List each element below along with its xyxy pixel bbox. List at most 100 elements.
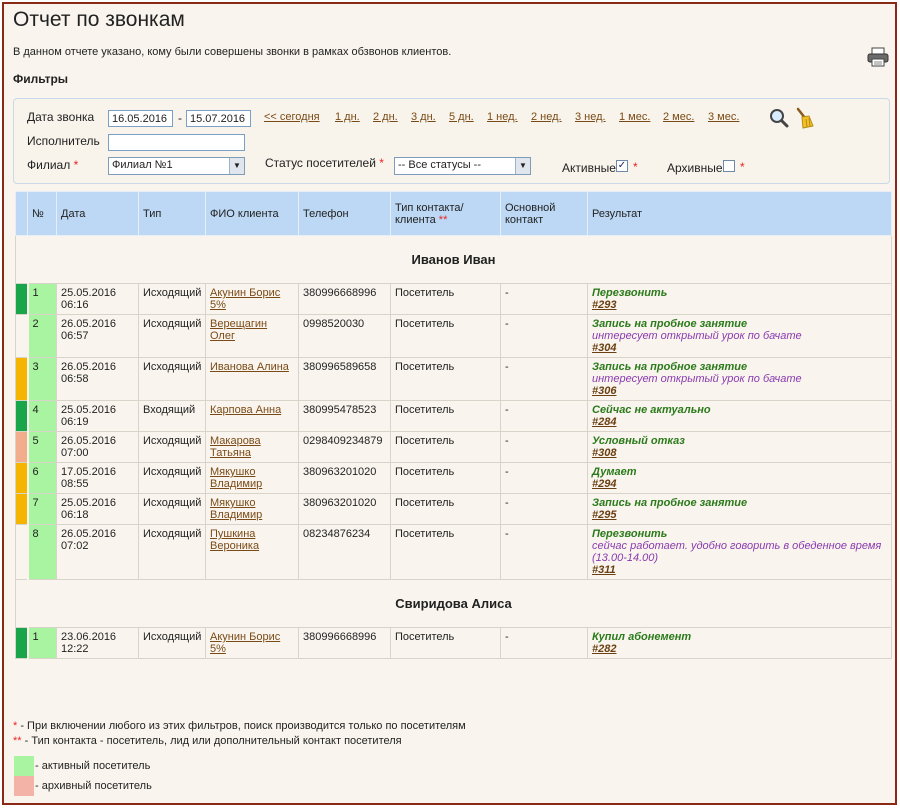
client-link[interactable]: Акунин Борис 5% [210,631,280,655]
quick-link-2d[interactable]: 2 дн. [373,111,398,123]
client-cell: Карпова Анна [205,400,299,432]
row-number: 5 [27,431,57,463]
executor-label: Исполнитель [27,134,100,148]
contact-type: Посетитель [390,314,501,358]
call-type: Исходящий [138,357,206,401]
call-type: Исходящий [138,283,206,315]
legend-active-label: - активный посетитель [35,760,151,772]
date-label: Дата звонка [27,110,95,124]
quick-link-3m[interactable]: 3 мес. [708,111,739,123]
call-date: 26.05.2016 [61,435,117,447]
call-date: 23.06.2016 [61,631,117,643]
call-type: Исходящий [138,627,206,659]
quick-link-1w[interactable]: 1 нед. [487,111,518,123]
active-checkbox[interactable]: ✓ [616,160,628,172]
branch-label-text: Филиал [27,158,71,172]
quick-link-1d[interactable]: 1 дн. [335,111,360,123]
client-phone: 380963201020 [298,493,391,525]
client-phone: 380996668996 [298,283,391,315]
group-executor-name: Иванов Иван [15,235,892,284]
client-phone: 380996589658 [298,357,391,401]
filters-title: Фильтры [13,72,69,86]
archive-checkbox[interactable] [723,160,735,172]
report-frame: Отчет по звонкам В данном отчете указано… [2,2,897,805]
branch-select[interactable]: Филиал №1 ▼ [108,157,245,175]
call-link[interactable]: #311 [592,564,887,576]
client-cell: Пушкина Вероника [205,524,299,580]
main-contact: - [500,493,588,525]
client-link[interactable]: Мякушко Владимир [210,497,262,521]
result-cell: Купил абонемент #282 [587,627,892,659]
client-link[interactable]: Карпова Анна [210,404,281,416]
status-select[interactable]: -- Все статусы -- ▼ [394,157,531,175]
status-indicator [15,524,29,580]
call-link[interactable]: #304 [592,342,887,354]
status-indicator [15,462,29,494]
branch-label: Филиал * [27,158,78,172]
call-date: 17.05.2016 [61,466,117,478]
result-cell: Условный отказ #308 [587,431,892,463]
table-row: 1 25.05.2016 06:16 Исходящий Акунин Борис 5%… [15,283,892,315]
main-contact: - [500,314,588,358]
result-text: Запись на пробное занятие [592,497,748,509]
date-from-input[interactable] [108,110,173,127]
header-phone: Телефон [298,191,391,236]
result-text: Запись на пробное занятие [592,361,748,373]
client-phone: 380963201020 [298,462,391,494]
filters-panel: Дата звонка - << сегодня 1 дн. 2 дн. 3 д… [13,98,890,184]
client-link[interactable]: Иванова Алина [210,361,289,373]
status-indicator [15,357,29,401]
client-link[interactable]: Макарова Татьяна [210,435,261,459]
call-link[interactable]: #295 [592,509,887,521]
table-row: 4 25.05.2016 06:19 Входящий Карпова Анна 3809… [15,400,892,432]
legend-archive-label: - архивный посетитель [35,780,152,792]
client-link[interactable]: Верещагин Олег [210,318,267,342]
quick-link-2m[interactable]: 2 мес. [663,111,694,123]
call-datetime: 25.05.2016 06:16 [56,283,139,315]
contact-type: Посетитель [390,357,501,401]
group-row: Свиридова Алиса [15,579,892,628]
quick-link-5d[interactable]: 5 дн. [449,111,474,123]
client-link[interactable]: Мякушко Владимир [210,466,262,490]
call-link[interactable]: #282 [592,643,887,655]
executor-input[interactable] [108,134,245,151]
call-link[interactable]: #293 [592,299,887,311]
required-mark: * [73,158,79,172]
call-link[interactable]: #306 [592,385,887,397]
status-indicator [15,314,29,358]
call-datetime: 17.05.2016 08:55 [56,462,139,494]
quick-link-3d[interactable]: 3 дн. [411,111,436,123]
call-link[interactable]: #284 [592,416,887,428]
result-comment: интересует открытый урок по бачате [592,330,802,342]
call-type: Исходящий [138,431,206,463]
header-date: Дата [56,191,139,236]
call-time: 12:22 [61,643,89,655]
quick-link-1m[interactable]: 1 мес. [619,111,650,123]
table-row: 7 25.05.2016 06:18 Исходящий Мякушко Владими… [15,493,892,525]
calls-table: № Дата Тип ФИО клиента Телефон Тип конта… [15,191,892,659]
client-link[interactable]: Пушкина Вероника [210,528,259,552]
call-link[interactable]: #294 [592,478,887,490]
table-row: 2 26.05.2016 06:57 Исходящий Верещагин Олег 0… [15,314,892,358]
active-label: Активные [562,161,616,175]
broom-icon[interactable] [794,107,814,129]
printer-icon[interactable] [867,47,889,67]
date-to-input[interactable] [186,110,251,127]
row-number: 6 [27,462,57,494]
call-link[interactable]: #308 [592,447,887,459]
table-row: 1 23.06.2016 12:22 Исходящий Акунин Борис 5%… [15,627,892,659]
quick-link-2w[interactable]: 2 нед. [531,111,562,123]
call-time: 07:00 [61,447,89,459]
magnifier-icon[interactable] [769,108,789,128]
quick-link-3w[interactable]: 3 нед. [575,111,606,123]
contact-type: Посетитель [390,493,501,525]
table-row: 3 26.05.2016 06:58 Исходящий Иванова Алина 38… [15,357,892,401]
result-text: Запись на пробное занятие [592,318,748,330]
result-cell: Думает #294 [587,462,892,494]
call-datetime: 25.05.2016 06:18 [56,493,139,525]
branch-select-value: Филиал №1 [112,159,173,171]
quick-link-today[interactable]: << сегодня [264,111,320,123]
header-contact-type: Тип контакта/ клиента ** [390,191,501,236]
client-link[interactable]: Акунин Борис 5% [210,287,280,311]
required-mark: ** [13,735,22,747]
